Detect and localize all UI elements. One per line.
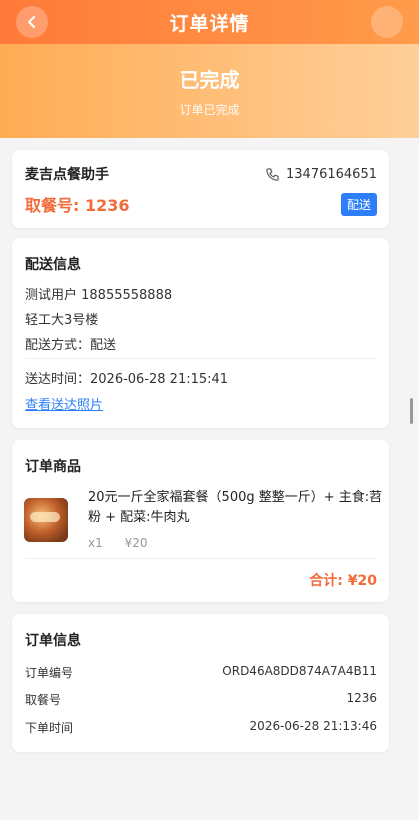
delivery-info-card: 配送信息 测试用户 18855558888 轻工大3号楼 配送方式：配送 送达时… bbox=[12, 238, 389, 428]
info-row-order-time: 下单时间 2026-06-28 21:13:46 bbox=[25, 719, 377, 736]
store-phone[interactable]: 13476164651 bbox=[265, 167, 377, 182]
back-button[interactable] bbox=[16, 6, 48, 38]
info-row-order-no: 订单编号 ORD46A8DD874A7A4B11 bbox=[25, 664, 377, 681]
back-arrow-icon bbox=[28, 16, 35, 28]
item-qty: x1 bbox=[88, 536, 103, 550]
items-title: 订单商品 bbox=[25, 459, 81, 475]
item-price: ¥20 bbox=[124, 536, 148, 550]
info-label: 订单编号 bbox=[25, 666, 74, 680]
order-status: 已完成 bbox=[179, 68, 240, 92]
order-status-subtitle: 订单已完成 bbox=[179, 103, 240, 117]
pickup-number: 取餐号: 1236 bbox=[25, 192, 130, 216]
info-row-pickup-no: 取餐号 1236 bbox=[25, 691, 377, 708]
pickup-value: 1236 bbox=[84, 196, 130, 215]
status-banner: 已完成 订单已完成 bbox=[0, 44, 419, 138]
phone-icon bbox=[266, 167, 279, 181]
store-card: 麦吉点餐助手 13476164651 取餐号: 1236 配送 bbox=[12, 150, 389, 228]
more-button[interactable] bbox=[371, 6, 403, 38]
item-meta: x1 ¥20 bbox=[88, 536, 165, 550]
divider bbox=[25, 358, 377, 359]
order-info-card: 订单信息 订单编号 ORD46A8DD874A7A4B11 取餐号 1236 下… bbox=[12, 614, 389, 752]
pickup-label: 取餐号: bbox=[25, 196, 80, 215]
delivery-method: 配送方式：配送 bbox=[25, 338, 117, 353]
delivery-address: 轻工大3号楼 bbox=[25, 313, 99, 328]
delivery-tag: 配送 bbox=[340, 192, 377, 216]
item-name: 20元一斤全家福套餐（500g 整整一斤）+ 主食:苕粉 + 配菜:牛肉丸 bbox=[88, 490, 383, 525]
delivery-user: 测试用户 18855558888 bbox=[25, 288, 173, 303]
info-value: ORD46A8DD874A7A4B11 bbox=[222, 664, 377, 678]
order-total: 合计: ¥20 bbox=[309, 573, 377, 589]
info-label: 取餐号 bbox=[25, 693, 62, 707]
view-delivery-photo-link[interactable]: 查看送达照片 bbox=[25, 398, 103, 413]
delivery-title: 配送信息 bbox=[25, 257, 81, 273]
scrollbar-handle[interactable] bbox=[410, 398, 413, 424]
info-value: 2026-06-28 21:13:46 bbox=[249, 719, 377, 733]
top-bar: 订单详情 bbox=[0, 0, 419, 44]
page-title: 订单详情 bbox=[169, 12, 250, 35]
order-info-title: 订单信息 bbox=[25, 633, 81, 649]
store-name: 麦吉点餐助手 bbox=[25, 167, 109, 183]
info-value: 1236 bbox=[346, 691, 377, 705]
delivery-time: 送达时间：2026-06-28 21:15:41 bbox=[25, 372, 229, 387]
divider bbox=[25, 558, 377, 559]
food-image bbox=[24, 498, 68, 542]
phone-number: 13476164651 bbox=[286, 166, 377, 182]
info-label: 下单时间 bbox=[25, 721, 74, 735]
order-items-card: 订单商品 20元一斤全家福套餐（500g 整整一斤）+ 主食:苕粉 + 配菜:牛… bbox=[12, 440, 389, 602]
